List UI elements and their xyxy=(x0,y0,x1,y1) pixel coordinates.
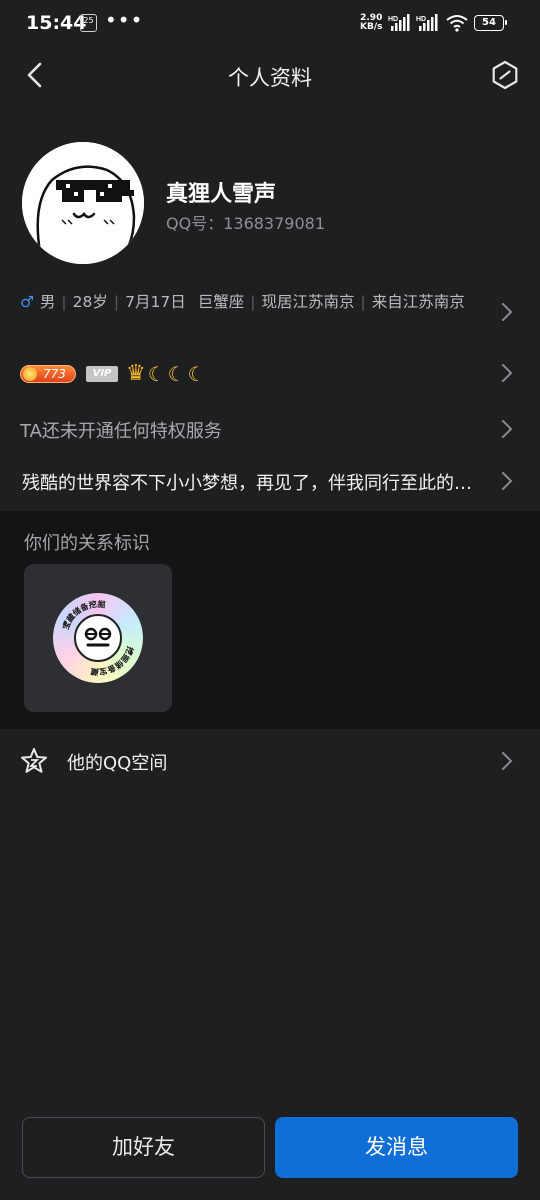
qq-number-row[interactable]: QQ号：1368379081 xyxy=(166,210,325,234)
male-icon: ♂ xyxy=(20,293,34,311)
holographic-badge-icon: 宝藏储备挖掘 挖掘储备宝藏 xyxy=(53,593,143,683)
navigation-bar: 个人资料 xyxy=(0,46,540,104)
star-icon xyxy=(21,748,47,773)
status-time: 15:44 xyxy=(26,12,87,34)
qq-label: QQ号： xyxy=(166,214,224,233)
chevron-right-icon xyxy=(502,472,513,490)
hometown: 来自江苏南京 xyxy=(371,293,465,311)
face-graphic xyxy=(84,627,112,647)
signal-icon-2: HD xyxy=(416,14,438,31)
qzone-label: 他的QQ空间 xyxy=(67,753,168,774)
moon-icon: ☾ xyxy=(167,362,186,386)
profile-info-text: ♂ 男 | 28岁 | 7月17日 巨蟹座 | 现居江苏南京 | 来自江苏南京 xyxy=(20,293,465,311)
age: 28岁 xyxy=(72,293,108,311)
signal-icon-1: HD xyxy=(388,14,410,31)
network-speed: 2.90 KB/s xyxy=(360,14,382,32)
qq-number: 1368379081 xyxy=(223,214,325,233)
chevron-right-icon xyxy=(502,752,513,770)
wifi-icon xyxy=(446,15,468,32)
hd-label-1: HD xyxy=(388,16,398,23)
add-friend-button[interactable]: 加好友 xyxy=(22,1117,265,1178)
qzone-row[interactable]: 他的QQ空间 xyxy=(0,729,540,793)
chevron-right-icon xyxy=(502,420,513,438)
signature-text[interactable]: 残酷的世界容不下小小梦想，再见了，伴我同行至此的… xyxy=(22,469,492,495)
privilege-text[interactable]: TA还未开通任何特权服务 xyxy=(20,417,222,443)
status-bar: 15:44 25 ••• 2.90 KB/s HD HD 54 xyxy=(0,0,540,46)
avatar[interactable] xyxy=(22,142,144,264)
crown-icon: ♛ xyxy=(126,361,146,386)
send-message-button[interactable]: 发消息 xyxy=(275,1117,518,1178)
badge-face-icon xyxy=(74,614,122,662)
relation-badge-card[interactable]: 宝藏储备挖掘 挖掘储备宝藏 xyxy=(24,564,172,712)
birthday: 7月17日 xyxy=(125,293,186,311)
level-badge: 773 xyxy=(20,365,76,383)
moon-icon: ☾ xyxy=(187,362,206,386)
page-title: 个人资料 xyxy=(228,66,312,90)
badges-row[interactable]: 773 VIP ♛ ☾ ☾ ☾ xyxy=(20,360,206,388)
relation-section: 你们的关系标识 宝藏储备挖掘 挖掘储备宝藏 xyxy=(0,511,540,729)
gender: 男 xyxy=(39,293,56,311)
chevron-right-icon xyxy=(502,303,513,321)
moon-icon: ☾ xyxy=(147,362,166,386)
avatar-image xyxy=(22,142,144,264)
hd-label-2: HD xyxy=(416,16,426,23)
chevron-right-icon xyxy=(502,364,513,382)
location: 现居江苏南京 xyxy=(261,293,355,311)
more-notifications-icon: ••• xyxy=(105,8,144,32)
zodiac: 巨蟹座 xyxy=(197,293,245,311)
vip-badge: VIP xyxy=(86,366,118,382)
network-speed-unit: KB/s xyxy=(360,22,383,32)
battery-icon: 54 xyxy=(474,15,507,31)
nickname: 真狸人雪声 xyxy=(166,182,277,207)
relation-title: 你们的关系标识 xyxy=(24,533,150,554)
calendar-icon: 25 xyxy=(80,14,97,32)
settings-hexagon-icon[interactable] xyxy=(488,58,522,92)
